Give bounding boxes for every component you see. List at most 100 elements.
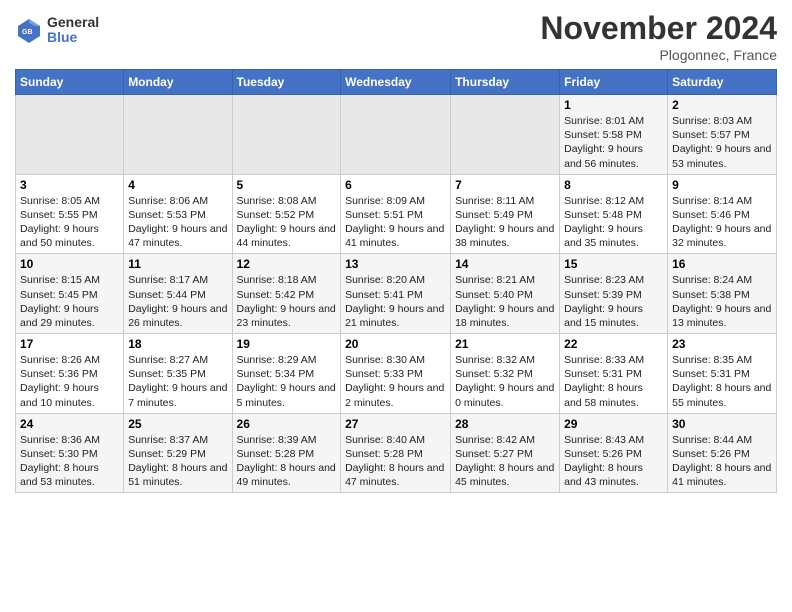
day-number: 10 xyxy=(20,257,119,271)
day-number: 13 xyxy=(345,257,446,271)
calendar-cell xyxy=(232,95,341,175)
day-info: Sunrise: 8:21 AMSunset: 5:40 PMDaylight:… xyxy=(455,273,555,330)
calendar-cell: 28Sunrise: 8:42 AMSunset: 5:27 PMDayligh… xyxy=(451,413,560,493)
logo-icon: GB xyxy=(15,16,43,44)
calendar-cell xyxy=(124,95,232,175)
calendar-header-row: Sunday Monday Tuesday Wednesday Thursday… xyxy=(16,70,777,95)
day-number: 4 xyxy=(128,178,227,192)
col-tuesday: Tuesday xyxy=(232,70,341,95)
calendar-week-row: 24Sunrise: 8:36 AMSunset: 5:30 PMDayligh… xyxy=(16,413,777,493)
logo-text: General Blue xyxy=(47,15,99,46)
calendar-cell: 10Sunrise: 8:15 AMSunset: 5:45 PMDayligh… xyxy=(16,254,124,334)
day-number: 23 xyxy=(672,337,772,351)
day-number: 15 xyxy=(564,257,663,271)
calendar-cell: 16 Sunrise: 8:24 AMSunset: 5:38 PMDayligh… xyxy=(668,254,777,334)
day-info: Sunrise: 8:36 AMSunset: 5:30 PMDaylight:… xyxy=(20,433,119,490)
calendar-cell: 14 Sunrise: 8:21 AMSunset: 5:40 PMDayligh… xyxy=(451,254,560,334)
calendar-cell: 23 Sunrise: 8:35 AMSunset: 5:31 PMDayligh… xyxy=(668,334,777,414)
calendar-cell: 25Sunrise: 8:37 AMSunset: 5:29 PMDayligh… xyxy=(124,413,232,493)
calendar-cell: 21Sunrise: 8:32 AMSunset: 5:32 PMDayligh… xyxy=(451,334,560,414)
day-info: Sunrise: 8:03 AMSunset: 5:57 PMDaylight:… xyxy=(672,114,772,171)
location-subtitle: Plogonnec, France xyxy=(540,47,777,63)
calendar-cell: 9Sunrise: 8:14 AMSunset: 5:46 PMDaylight… xyxy=(668,174,777,254)
col-thursday: Thursday xyxy=(451,70,560,95)
calendar-cell: 4 Sunrise: 8:06 AMSunset: 5:53 PMDaylight… xyxy=(124,174,232,254)
day-number: 6 xyxy=(345,178,446,192)
month-title: November 2024 xyxy=(540,10,777,47)
calendar-cell: 20Sunrise: 8:30 AMSunset: 5:33 PMDayligh… xyxy=(341,334,451,414)
day-info: Sunrise: 8:43 AMSunset: 5:26 PMDaylight:… xyxy=(564,433,663,490)
calendar-cell: 26Sunrise: 8:39 AMSunset: 5:28 PMDayligh… xyxy=(232,413,341,493)
day-number: 16 xyxy=(672,257,772,271)
calendar-cell: 12 Sunrise: 8:18 AMSunset: 5:42 PMDayligh… xyxy=(232,254,341,334)
title-block: November 2024 Plogonnec, France xyxy=(540,10,777,63)
calendar-week-row: 17Sunrise: 8:26 AMSunset: 5:36 PMDayligh… xyxy=(16,334,777,414)
day-info: Sunrise: 8:42 AMSunset: 5:27 PMDaylight:… xyxy=(455,433,555,490)
day-number: 1 xyxy=(564,98,663,112)
day-number: 25 xyxy=(128,417,227,431)
day-info: Sunrise: 8:14 AMSunset: 5:46 PMDaylight:… xyxy=(672,194,772,251)
calendar-cell: 24Sunrise: 8:36 AMSunset: 5:30 PMDayligh… xyxy=(16,413,124,493)
day-number: 22 xyxy=(564,337,663,351)
logo: GB General Blue xyxy=(15,15,99,46)
calendar-week-row: 1 Sunrise: 8:01 AMSunset: 5:58 PMDaylight… xyxy=(16,95,777,175)
day-info: Sunrise: 8:24 AMSunset: 5:38 PMDaylight:… xyxy=(672,273,772,330)
day-info: Sunrise: 8:11 AMSunset: 5:49 PMDaylight:… xyxy=(455,194,555,251)
day-info: Sunrise: 8:26 AMSunset: 5:36 PMDaylight:… xyxy=(20,353,119,410)
day-number: 30 xyxy=(672,417,772,431)
calendar-cell: 11 Sunrise: 8:17 AMSunset: 5:44 PMDayligh… xyxy=(124,254,232,334)
calendar-cell: 6 Sunrise: 8:09 AMSunset: 5:51 PMDaylight… xyxy=(341,174,451,254)
day-number: 7 xyxy=(455,178,555,192)
calendar-cell: 5 Sunrise: 8:08 AMSunset: 5:52 PMDaylight… xyxy=(232,174,341,254)
day-info: Sunrise: 8:18 AMSunset: 5:42 PMDaylight:… xyxy=(237,273,337,330)
day-number: 8 xyxy=(564,178,663,192)
page-container: GB General Blue November 2024 Plogonnec,… xyxy=(0,0,792,503)
day-number: 26 xyxy=(237,417,337,431)
day-info: Sunrise: 8:27 AMSunset: 5:35 PMDaylight:… xyxy=(128,353,227,410)
calendar-cell: 27Sunrise: 8:40 AMSunset: 5:28 PMDayligh… xyxy=(341,413,451,493)
header: GB General Blue November 2024 Plogonnec,… xyxy=(15,10,777,63)
calendar-week-row: 10Sunrise: 8:15 AMSunset: 5:45 PMDayligh… xyxy=(16,254,777,334)
calendar-cell: 13 Sunrise: 8:20 AMSunset: 5:41 PMDayligh… xyxy=(341,254,451,334)
day-info: Sunrise: 8:01 AMSunset: 5:58 PMDaylight:… xyxy=(564,114,663,171)
calendar-cell: 1 Sunrise: 8:01 AMSunset: 5:58 PMDaylight… xyxy=(560,95,668,175)
day-number: 3 xyxy=(20,178,119,192)
calendar-week-row: 3 Sunrise: 8:05 AMSunset: 5:55 PMDaylight… xyxy=(16,174,777,254)
col-monday: Monday xyxy=(124,70,232,95)
day-info: Sunrise: 8:44 AMSunset: 5:26 PMDaylight:… xyxy=(672,433,772,490)
day-number: 11 xyxy=(128,257,227,271)
calendar-cell: 8 Sunrise: 8:12 AMSunset: 5:48 PMDaylight… xyxy=(560,174,668,254)
day-number: 20 xyxy=(345,337,446,351)
calendar-cell: 3 Sunrise: 8:05 AMSunset: 5:55 PMDaylight… xyxy=(16,174,124,254)
calendar-cell: 17Sunrise: 8:26 AMSunset: 5:36 PMDayligh… xyxy=(16,334,124,414)
calendar-cell xyxy=(16,95,124,175)
day-number: 27 xyxy=(345,417,446,431)
calendar-table: Sunday Monday Tuesday Wednesday Thursday… xyxy=(15,69,777,493)
day-info: Sunrise: 8:06 AMSunset: 5:53 PMDaylight:… xyxy=(128,194,227,251)
day-info: Sunrise: 8:35 AMSunset: 5:31 PMDaylight:… xyxy=(672,353,772,410)
day-number: 14 xyxy=(455,257,555,271)
day-info: Sunrise: 8:29 AMSunset: 5:34 PMDaylight:… xyxy=(237,353,337,410)
day-number: 5 xyxy=(237,178,337,192)
calendar-cell: 19Sunrise: 8:29 AMSunset: 5:34 PMDayligh… xyxy=(232,334,341,414)
day-info: Sunrise: 8:09 AMSunset: 5:51 PMDaylight:… xyxy=(345,194,446,251)
svg-text:GB: GB xyxy=(22,29,33,36)
day-info: Sunrise: 8:17 AMSunset: 5:44 PMDaylight:… xyxy=(128,273,227,330)
calendar-cell: 15Sunrise: 8:23 AMSunset: 5:39 PMDayligh… xyxy=(560,254,668,334)
day-info: Sunrise: 8:32 AMSunset: 5:32 PMDaylight:… xyxy=(455,353,555,410)
day-number: 29 xyxy=(564,417,663,431)
calendar-cell: 2Sunrise: 8:03 AMSunset: 5:57 PMDaylight… xyxy=(668,95,777,175)
calendar-cell: 30 Sunrise: 8:44 AMSunset: 5:26 PMDayligh… xyxy=(668,413,777,493)
day-number: 12 xyxy=(237,257,337,271)
day-info: Sunrise: 8:33 AMSunset: 5:31 PMDaylight:… xyxy=(564,353,663,410)
col-wednesday: Wednesday xyxy=(341,70,451,95)
day-info: Sunrise: 8:20 AMSunset: 5:41 PMDaylight:… xyxy=(345,273,446,330)
day-info: Sunrise: 8:08 AMSunset: 5:52 PMDaylight:… xyxy=(237,194,337,251)
calendar-cell xyxy=(451,95,560,175)
col-sunday: Sunday xyxy=(16,70,124,95)
calendar-cell: 7 Sunrise: 8:11 AMSunset: 5:49 PMDaylight… xyxy=(451,174,560,254)
col-friday: Friday xyxy=(560,70,668,95)
calendar-cell xyxy=(341,95,451,175)
day-info: Sunrise: 8:12 AMSunset: 5:48 PMDaylight:… xyxy=(564,194,663,251)
day-info: Sunrise: 8:05 AMSunset: 5:55 PMDaylight:… xyxy=(20,194,119,251)
